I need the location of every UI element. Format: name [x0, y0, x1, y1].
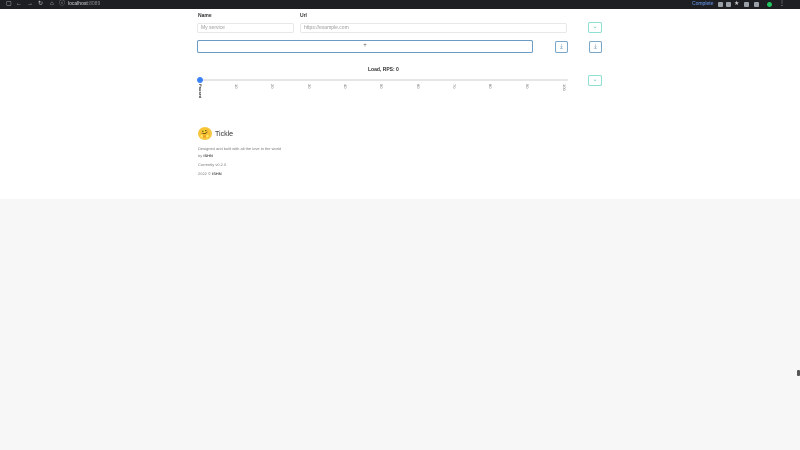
downloads-icon[interactable] [754, 2, 759, 7]
slider-tick: 50 [379, 84, 384, 89]
home-icon[interactable]: ⌂ [50, 1, 54, 8]
add-service-button[interactable]: + [197, 40, 533, 53]
name-input[interactable] [197, 23, 294, 33]
bookmark-icon[interactable] [726, 2, 731, 7]
chevron-down-icon: ⌄ [592, 77, 598, 83]
download-icon: ⤓ [560, 44, 563, 50]
slider-tick: 60 [416, 84, 421, 89]
import-button[interactable]: ⤓ [555, 41, 568, 53]
slider-tick: 80 [488, 84, 493, 89]
slider-tick: 40 [343, 84, 348, 89]
author-link[interactable]: ISHN [203, 153, 213, 158]
menu-icon[interactable]: ⋮ [779, 1, 785, 8]
star-icon[interactable]: ★ [734, 1, 739, 8]
address-bar[interactable]: ⓘ localhost:8089 [58, 1, 478, 8]
name-label: Name [198, 13, 212, 19]
tabs-icon[interactable]: ▢ [6, 1, 12, 8]
slider-tick: 30 [307, 84, 312, 89]
logo-icon: 🤗 [198, 127, 212, 140]
expand-button[interactable]: ⌄ [588, 22, 602, 33]
profile-avatar[interactable] [767, 2, 772, 7]
load-rps-label: Load, RPS: 0 [368, 67, 399, 73]
forward-icon[interactable]: → [27, 1, 33, 8]
url-input[interactable] [300, 23, 567, 33]
slider-tick: 90 [525, 84, 530, 89]
extension-icon[interactable] [718, 2, 723, 7]
slider-tick: 70 [452, 84, 457, 89]
export-button[interactable]: ⤓ [589, 41, 602, 53]
slider-tick: Paused [198, 84, 203, 99]
info-icon[interactable]: ⓘ [59, 1, 65, 8]
browser-toolbar: ▢ ← → ↻ ⌂ ⓘ localhost:8089 Complete ★ ⋮ [0, 0, 800, 9]
extensions-icon[interactable] [744, 2, 749, 7]
version-text: Currently v0.2.0 [198, 162, 227, 167]
chevron-down-icon: ⌄ [592, 24, 598, 30]
slider-tick: 100 [562, 84, 567, 91]
url-text: localhost:8089 [68, 1, 101, 7]
load-slider-track[interactable] [200, 79, 568, 81]
copyright-link[interactable]: ISHN [212, 171, 222, 176]
url-label: Url [300, 13, 307, 19]
slider-tick: 10 [234, 84, 239, 89]
slider-tick: 20 [270, 84, 275, 89]
expand-button[interactable]: ⌄ [588, 75, 602, 86]
service-panel [0, 9, 800, 199]
author-line: by ISHN [198, 153, 213, 158]
copyright: 2022 © ISHN [198, 171, 222, 176]
tagline: Designed and built with all the love in … [198, 146, 282, 151]
brand-name: Tickle [215, 131, 234, 138]
back-icon[interactable]: ← [16, 1, 22, 8]
reload-icon[interactable]: ↻ [38, 1, 43, 8]
load-slider-thumb[interactable] [197, 77, 203, 83]
status-label: Complete [692, 1, 714, 7]
download-icon: ⤓ [594, 44, 597, 50]
